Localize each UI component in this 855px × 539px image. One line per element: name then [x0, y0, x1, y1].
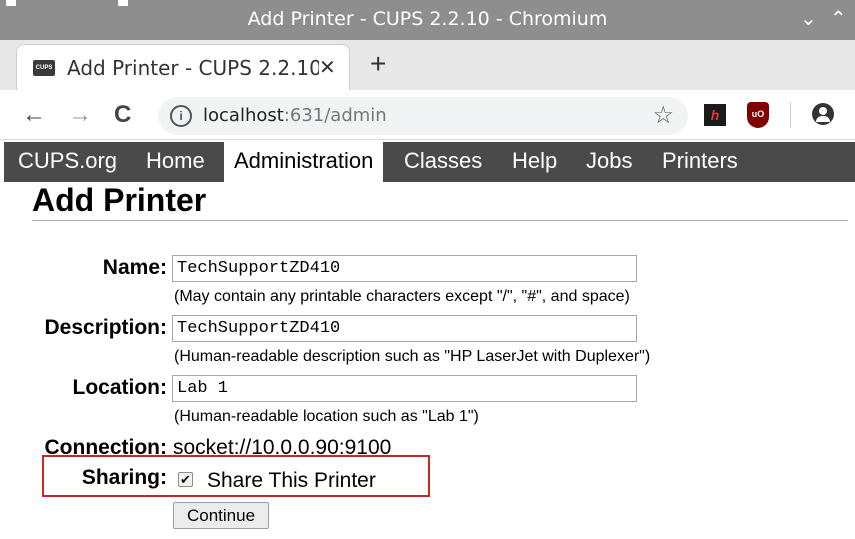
maximize-icon[interactable]: ⌃	[830, 6, 847, 30]
nav-home[interactable]: Home	[136, 142, 215, 182]
tab-title: Add Printer - CUPS 2.2.10	[67, 56, 319, 80]
window-title: Add Printer - CUPS 2.2.10 - Chromium	[247, 8, 608, 30]
description-label: Description:	[44, 316, 167, 339]
nav-cups-org[interactable]: CUPS.org	[8, 142, 127, 182]
nav-classes[interactable]: Classes	[394, 142, 492, 182]
name-hint: (May contain any printable characters ex…	[174, 288, 630, 305]
share-printer-checkbox[interactable]: ✔	[178, 472, 193, 487]
url-text[interactable]: localhost:631/admin	[203, 105, 387, 126]
profile-icon[interactable]	[812, 103, 834, 125]
title-divider	[32, 220, 848, 221]
browser-toolbar: ← → C i localhost:631/admin ☆ h uO	[0, 90, 855, 140]
continue-button[interactable]: Continue	[173, 502, 269, 529]
browser-tab[interactable]: CUPS Add Printer - CUPS 2.2.10 ✕	[16, 44, 350, 90]
site-info-icon[interactable]: i	[170, 105, 192, 127]
new-tab-icon[interactable]: +	[370, 48, 386, 80]
url-host: localhost	[203, 105, 284, 126]
forward-icon[interactable]: →	[68, 101, 92, 129]
cups-favicon-icon: CUPS	[33, 60, 55, 76]
bookmark-star-icon[interactable]: ☆	[652, 101, 674, 130]
toolbar-separator	[790, 102, 791, 128]
window-corner-mark	[6, 0, 16, 6]
name-label: Name:	[102, 256, 167, 279]
cups-nav-bar: CUPS.org Home Administration Classes Hel…	[4, 142, 855, 182]
sharing-label: Sharing:	[81, 466, 167, 489]
tab-close-icon[interactable]: ✕	[319, 55, 336, 80]
name-input[interactable]: TechSupportZD410	[172, 255, 637, 282]
location-input[interactable]: Lab 1	[172, 375, 637, 402]
location-label: Location:	[72, 376, 168, 399]
nav-printers[interactable]: Printers	[652, 142, 748, 182]
minimize-icon[interactable]: ⌄	[800, 6, 817, 30]
reload-icon[interactable]: C	[114, 101, 131, 129]
nav-administration[interactable]: Administration	[224, 142, 384, 182]
tab-strip: CUPS Add Printer - CUPS 2.2.10 ✕ +	[0, 40, 855, 90]
share-printer-label[interactable]: Share This Printer	[207, 469, 376, 493]
page-title: Add Printer	[32, 182, 207, 218]
window-title-bar: Add Printer - CUPS 2.2.10 - Chromium ⌄ ⌃	[0, 0, 855, 40]
window-corner-mark	[118, 0, 128, 6]
ublock-origin-icon[interactable]: uO	[747, 102, 769, 128]
description-input[interactable]: TechSupportZD410	[172, 315, 637, 342]
description-hint: (Human-readable description such as "HP …	[174, 348, 651, 365]
location-hint: (Human-readable location such as "Lab 1"…	[174, 408, 479, 425]
back-icon[interactable]: ←	[22, 101, 46, 129]
extension-h-icon[interactable]: h	[704, 104, 726, 126]
nav-jobs[interactable]: Jobs	[576, 142, 642, 182]
url-path: :631/admin	[283, 105, 387, 126]
nav-help[interactable]: Help	[502, 142, 567, 182]
address-bar[interactable]: i localhost:631/admin ☆	[158, 97, 688, 135]
